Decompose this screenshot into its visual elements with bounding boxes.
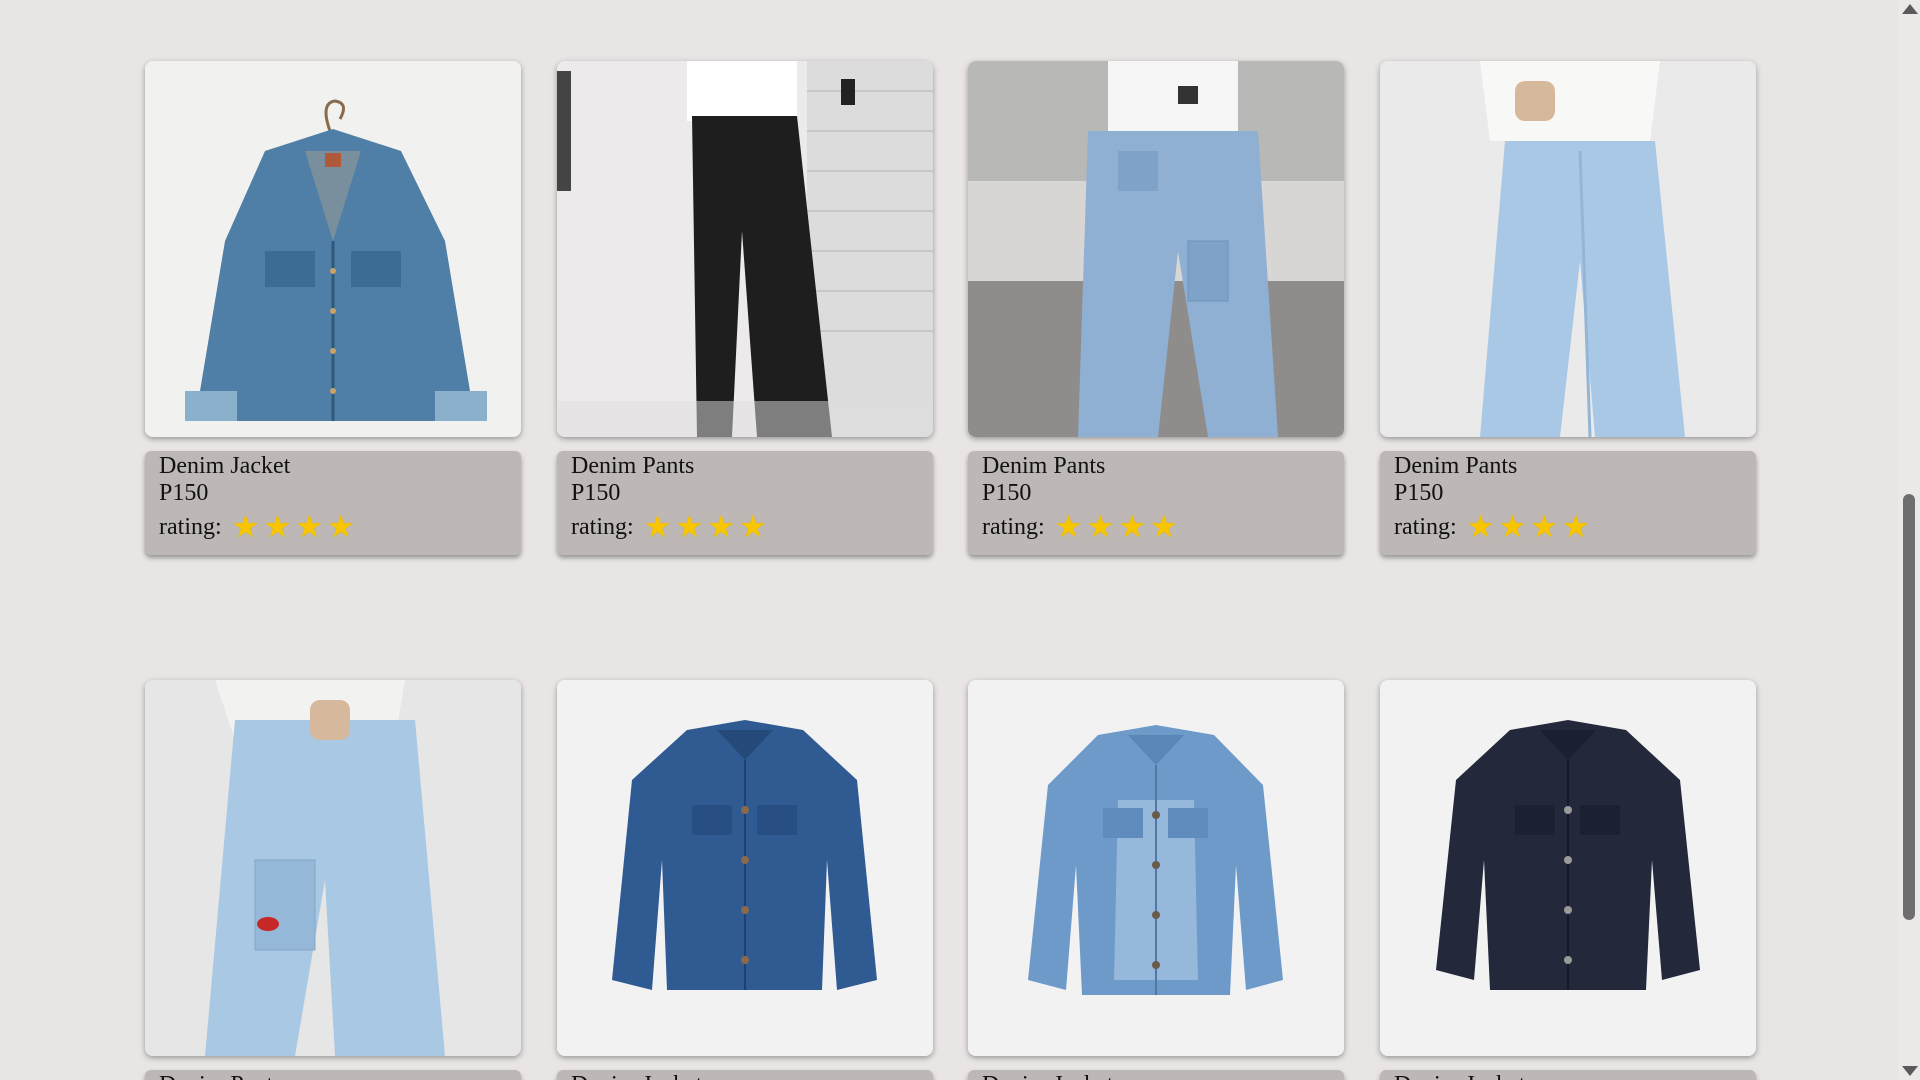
star-icon: ★ [327, 509, 355, 545]
product-info: Denim Jacket [1380, 1070, 1756, 1080]
product-name[interactable]: Denim Pants [1394, 453, 1742, 480]
vertical-scrollbar[interactable] [1898, 0, 1920, 1080]
product-name[interactable]: Denim Pants [982, 453, 1330, 480]
star-icon: ★ [1498, 509, 1527, 545]
product-info: Denim Pants P150 rating: ★ ★ ★ ★ [968, 451, 1344, 555]
scroll-down-icon[interactable] [1902, 1066, 1918, 1076]
product-price: P150 [1394, 480, 1444, 506]
product-name[interactable]: Denim Jacket [571, 1072, 919, 1080]
star-icon: ★ [1118, 509, 1147, 545]
product-info: Denim Jacket P150 rating: ★ ★ ★ ★ [145, 451, 521, 555]
star-icon: ★ [739, 509, 767, 545]
product-name[interactable]: Denim Jacket [159, 453, 507, 480]
product-name[interactable]: Denim Jacket [1394, 1072, 1742, 1080]
product-price: P150 [159, 480, 209, 506]
product-image-light-blue-cargo-pants[interactable] [145, 680, 521, 1056]
rating-label: rating: [571, 513, 634, 540]
product-rating: rating: ★ ★ ★ ★ [159, 511, 507, 543]
product-image-light-blue-denim-pants[interactable] [1380, 61, 1756, 437]
star-icon: ★ [295, 509, 324, 545]
star-icon: ★ [1086, 509, 1115, 545]
star-icon: ★ [1150, 509, 1178, 545]
star-icon: ★ [675, 509, 704, 545]
product-info: Denim Jacket [968, 1070, 1344, 1080]
product-info: Denim Pants [145, 1070, 521, 1080]
product-image-blue-cargo-denim-pants[interactable] [968, 61, 1344, 437]
product-image-denim-jacket[interactable] [145, 61, 521, 437]
product-info: Denim Jacket [557, 1070, 933, 1080]
product-image-navy-denim-jacket[interactable] [1380, 680, 1756, 1056]
rating-label: rating: [159, 513, 222, 540]
rating-label: rating: [982, 513, 1045, 540]
product-rating: rating: ★ ★ ★ ★ [982, 511, 1330, 543]
rating-label: rating: [1394, 513, 1457, 540]
scroll-thumb[interactable] [1903, 494, 1915, 920]
product-rating: rating: ★ ★ ★ ★ [571, 511, 919, 543]
product-name[interactable]: Denim Jacket [982, 1072, 1330, 1080]
star-icon: ★ [1466, 509, 1495, 545]
star-icon: ★ [1054, 509, 1083, 545]
product-name[interactable]: Denim Pants [159, 1072, 507, 1080]
star-icon: ★ [1530, 509, 1559, 545]
product-price: P150 [982, 480, 1032, 506]
product-rating: rating: ★ ★ ★ ★ [1394, 511, 1742, 543]
product-image-light-wash-denim-jacket[interactable] [968, 680, 1344, 1056]
product-price: P150 [571, 480, 621, 506]
star-icon: ★ [643, 509, 672, 545]
product-info: Denim Pants P150 rating: ★ ★ ★ ★ [557, 451, 933, 555]
star-icon: ★ [707, 509, 736, 545]
star-icon: ★ [263, 509, 292, 545]
star-icon: ★ [231, 509, 260, 545]
product-grid-page: Denim Jacket P150 rating: ★ ★ ★ ★ Denim … [0, 0, 1898, 1080]
product-info: Denim Pants P150 rating: ★ ★ ★ ★ [1380, 451, 1756, 555]
scroll-up-icon[interactable] [1902, 4, 1918, 14]
product-image-dark-blue-denim-jacket[interactable] [557, 680, 933, 1056]
product-name[interactable]: Denim Pants [571, 453, 919, 480]
product-image-black-denim-pants[interactable] [557, 61, 933, 437]
star-icon: ★ [1562, 509, 1590, 545]
